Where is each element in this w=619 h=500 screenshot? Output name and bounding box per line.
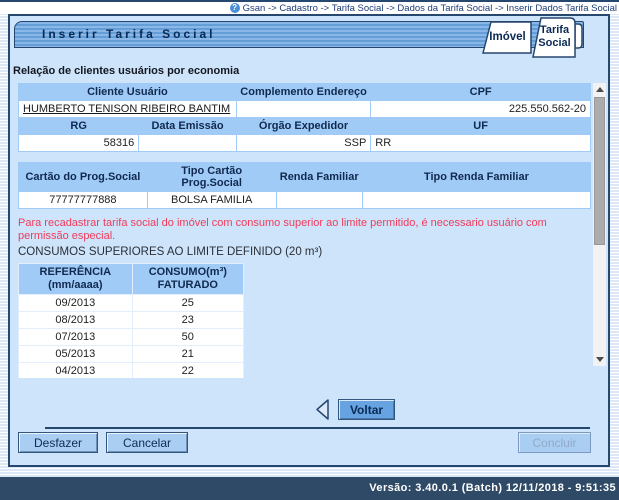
desfazer-button[interactable]: Desfazer [18,432,98,453]
col-header-uf: UF [371,118,590,134]
col-header-referencia: REFERÊNCIA (mm/aaaa) [19,264,132,294]
scrollbar-thumb[interactable] [594,97,605,245]
complemento-cell [237,101,370,117]
voltar-row: Voltar [315,399,395,420]
warning-text: Para recadastrar tarifa social do imóvel… [18,217,563,243]
consumo-cell: 22 [133,363,243,378]
help-icon[interactable]: ? [230,3,240,13]
renda-cell [277,192,362,208]
referencia-cell: 08/2013 [19,312,132,328]
gsan-screen: ? Gsan -> Cadastro -> Tarifa Social -> D… [0,0,619,500]
breadcrumb: Gsan -> Cadastro -> Tarifa Social -> Dad… [243,3,617,14]
voltar-button[interactable]: Voltar [338,399,395,420]
rg-cell: 58316 [19,135,138,151]
cancelar-button[interactable]: Cancelar [106,432,188,453]
tab-tarifa-social[interactable]: Tarifa Social [534,24,575,50]
referencia-cell: 05/2013 [19,346,132,362]
consumption-row: 07/2013 50 [19,329,243,345]
orgao-expedidor-cell: SSP [237,135,370,151]
referencia-cell: 09/2013 [19,295,132,311]
client-table: Cliente Usuário Complemento Endereço CPF… [18,83,591,152]
client-table-row: HUMBERTO TENISON RIBEIRO BANTIM 225.550.… [19,101,590,117]
social-program-header-row: Cartão do Prog.Social Tipo Cartão Prog.S… [19,163,590,191]
social-program-data-row: 77777777888 BOLSA FAMILIA [19,192,590,208]
tipo-renda-cell [363,192,590,208]
arrow-up-icon [596,87,604,92]
consumption-row: 05/2013 21 [19,346,243,362]
col-header-consumo: CONSUMO(m³) FATURADO [133,264,243,294]
consumption-row: 09/2013 25 [19,295,243,311]
back-arrow-icon [315,399,329,420]
col-header-complemento: Complemento Endereço [237,84,370,100]
concluir-button: Concluir [518,432,591,453]
tipo-cartao-cell: BOLSA FAMILIA [148,192,276,208]
scroll-down-button[interactable] [593,353,606,366]
data-emissao-cell [139,135,236,151]
consumo-cell: 25 [133,295,243,311]
referencia-cell: 04/2013 [19,363,132,378]
cpf-cell: 225.550.562-20 [371,101,590,117]
col-header-rg: RG [19,118,138,134]
consumption-row: 08/2013 23 [19,312,243,328]
consumo-cell: 23 [133,312,243,328]
col-header-cartao: Cartão do Prog.Social [19,163,147,191]
social-program-table: Cartão do Prog.Social Tipo Cartão Prog.S… [18,162,591,209]
breadcrumb-bar: ? Gsan -> Cadastro -> Tarifa Social -> D… [0,0,619,14]
section-title: Relação de clientes usuários por economi… [13,65,239,77]
vertical-scrollbar[interactable] [593,83,606,366]
page-title: Inserir Tarifa Social [42,27,216,41]
col-header-renda: Renda Familiar [277,163,362,191]
col-header-tipo-renda: Tipo Renda Familiar [363,163,590,191]
consumption-table: REFERÊNCIA (mm/aaaa) CONSUMO(m³) FATURAD… [18,263,244,378]
cliente-usuario-link[interactable]: HUMBERTO TENISON RIBEIRO BANTIM [23,103,230,115]
client-table-header-row: Cliente Usuário Complemento Endereço CPF [19,84,590,100]
col-header-cpf: CPF [371,84,590,100]
consumption-header-row: REFERÊNCIA (mm/aaaa) CONSUMO(m³) FATURAD… [19,264,243,294]
cartao-cell: 77777777888 [19,192,147,208]
rg-data-row: 58316 SSP RR [19,135,590,151]
col-header-orgao-expedidor: Órgão Expedidor [237,118,370,134]
col-header-tipo-cartao: Tipo Cartão Prog.Social [148,163,276,191]
referencia-cell: 07/2013 [19,329,132,345]
uf-cell: RR [371,135,590,151]
scroll-area: Cliente Usuário Complemento Endereço CPF… [12,81,592,378]
rg-header-row: RG Data Emissão Órgão Expedidor UF [19,118,590,134]
scroll-up-button[interactable] [593,83,606,96]
col-header-data-emissao: Data Emissão [139,118,236,134]
consumption-row: 04/2013 22 [19,363,243,378]
tab-imovel[interactable]: Imóvel [484,31,531,43]
consumption-title: CONSUMOS SUPERIORES AO LIMITE DEFINIDO (… [18,246,592,258]
version-text: Versão: 3.40.0.1 (Batch) 12/11/2018 - 9:… [369,482,616,494]
main-panel: Inserir Tarifa Social Imóvel Tarifa Soci… [8,14,610,467]
consumo-cell: 21 [133,346,243,362]
arrow-down-icon [596,357,604,362]
separator [45,427,590,429]
col-header-cliente-usuario: Cliente Usuário [19,84,236,100]
consumo-cell: 50 [133,329,243,345]
version-bar: Versão: 3.40.0.1 (Batch) 12/11/2018 - 9:… [0,477,619,500]
